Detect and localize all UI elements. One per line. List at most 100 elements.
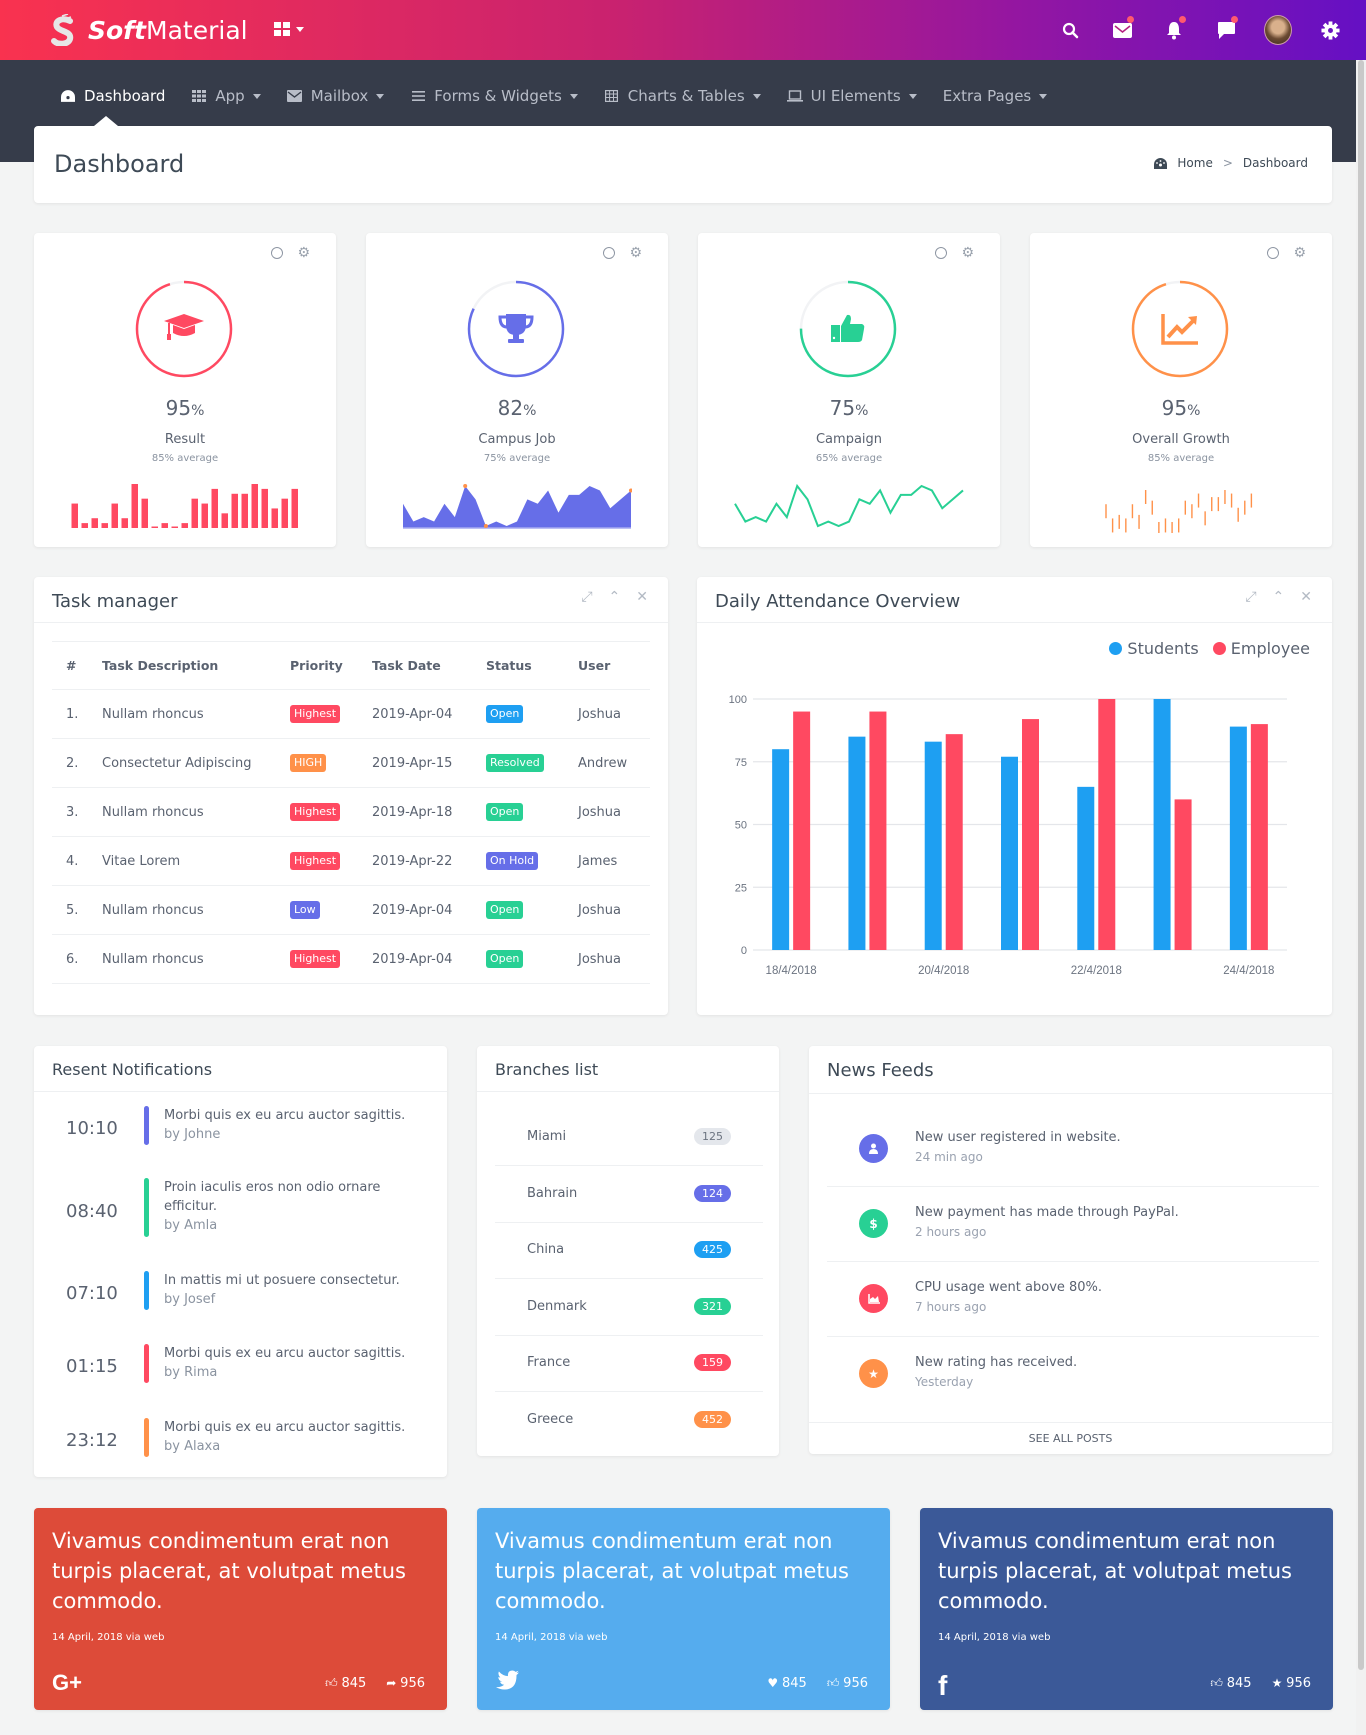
search-icon bbox=[1062, 22, 1078, 38]
scrollbar-thumb[interactable] bbox=[1358, 60, 1364, 1670]
branch-item[interactable]: Bahrain 124 bbox=[495, 1167, 763, 1223]
stat-count: 845 bbox=[341, 1676, 367, 1691]
gear-icon bbox=[1320, 20, 1340, 40]
table-row[interactable]: 5. Nullam rhoncus Low 2019-Apr-04 Open Joshua bbox=[52, 885, 650, 935]
spark-area bbox=[403, 486, 631, 528]
branch-name: China bbox=[527, 1242, 565, 1257]
spark-bar bbox=[71, 503, 78, 528]
caret-down-icon bbox=[1039, 93, 1048, 99]
refresh-circle-icon[interactable] bbox=[1267, 247, 1280, 259]
close-icon[interactable]: ✕ bbox=[636, 589, 648, 605]
panel-header: Daily Attendance Overview ⤢ ⌃ ✕ bbox=[697, 577, 1332, 623]
task-date: 2019-Apr-18 bbox=[372, 787, 486, 837]
social-stat[interactable]: ➦ 956 bbox=[386, 1676, 425, 1691]
notification-content: Morbi quis ex eu arcu auctor sagittis. by… bbox=[164, 1106, 424, 1144]
news-feed-item[interactable]: New user registered in website. 24 min ag… bbox=[827, 1112, 1319, 1187]
stat-number: 95 bbox=[1161, 396, 1188, 420]
refresh-circle-icon[interactable] bbox=[603, 247, 616, 259]
nav-item-label: Dashboard bbox=[84, 87, 166, 105]
table-row[interactable]: 4. Vitae Lorem Highest 2019-Apr-22 On Hold Ja… bbox=[52, 836, 650, 886]
social-stat[interactable]: 👍︎ 845 bbox=[1210, 1676, 1251, 1691]
spark-bar bbox=[161, 523, 168, 528]
user-menu-button[interactable] bbox=[1252, 0, 1304, 60]
social-stat[interactable]: ♥ 845 bbox=[767, 1676, 806, 1691]
branch-item[interactable]: Greece 452 bbox=[495, 1393, 763, 1449]
x-tick-label: 18/4/2018 bbox=[766, 965, 817, 977]
task-description: Nullam rhoncus bbox=[102, 934, 290, 984]
search-button[interactable] bbox=[1044, 0, 1096, 60]
twitter-icon[interactable] bbox=[495, 1670, 519, 1696]
stat-average: 85% average bbox=[151, 453, 219, 464]
news-feed-item[interactable]: ★ New rating has received. Yesterday bbox=[827, 1337, 1319, 1412]
column-header: Status bbox=[486, 641, 578, 690]
social-stat[interactable]: ★ 956 bbox=[1272, 1676, 1311, 1691]
page-scrollbar[interactable] bbox=[1356, 60, 1366, 1735]
dashboard-icon bbox=[1154, 157, 1168, 169]
refresh-circle-icon[interactable] bbox=[935, 247, 948, 259]
spark-bar bbox=[251, 484, 258, 528]
stat-number: 95 bbox=[165, 396, 192, 420]
envelope-icon bbox=[287, 90, 303, 102]
nav-item-charts-tables[interactable]: Charts & Tables bbox=[604, 87, 761, 105]
brand-logo[interactable]: SoftMaterial bbox=[50, 14, 248, 46]
task-user: Joshua bbox=[578, 787, 650, 837]
see-all-posts-link[interactable]: SEE ALL POSTS bbox=[809, 1422, 1332, 1454]
social-stat[interactable]: 👍︎ 956 bbox=[827, 1676, 868, 1691]
collapse-chevron-up-icon[interactable]: ⌃ bbox=[1273, 589, 1285, 605]
branch-item[interactable]: France 159 bbox=[495, 1336, 763, 1392]
nav-item-ui-elements[interactable]: UI Elements bbox=[786, 87, 917, 105]
expand-icon[interactable]: ⤢ bbox=[1245, 589, 1256, 605]
news-feed-item[interactable]: $ New payment has made through PayPal. 2 h… bbox=[827, 1187, 1319, 1262]
breadcrumb-home-link[interactable]: Home bbox=[1177, 156, 1212, 170]
expand-icon[interactable]: ⤢ bbox=[581, 589, 592, 605]
branch-item[interactable]: Denmark 321 bbox=[495, 1280, 763, 1336]
gear-icon[interactable]: ⚙ bbox=[297, 246, 310, 260]
google-plus-icon[interactable]: G+ bbox=[52, 1670, 82, 1696]
table-row[interactable]: 1. Nullam rhoncus Highest 2019-Apr-04 Open Jo… bbox=[52, 689, 650, 739]
social-post-date: 14 April, 2018 via web bbox=[52, 1632, 165, 1643]
nav-item-app[interactable]: App bbox=[191, 87, 261, 105]
refresh-circle-icon[interactable] bbox=[271, 247, 284, 259]
notifications-button[interactable] bbox=[1148, 0, 1200, 60]
branch-item[interactable]: Miami 125 bbox=[495, 1110, 763, 1166]
active-nav-pointer bbox=[94, 116, 118, 126]
branch-name: France bbox=[527, 1355, 571, 1370]
nav-item-dashboard[interactable]: Dashboard bbox=[60, 87, 165, 105]
table-row[interactable]: 6. Nullam rhoncus Highest 2019-Apr-04 Open Jo… bbox=[52, 934, 650, 984]
table-row[interactable]: 3. Nullam rhoncus Highest 2019-Apr-18 Open Jo… bbox=[52, 787, 650, 837]
collapse-chevron-up-icon[interactable]: ⌃ bbox=[609, 589, 621, 605]
nav-item-mailbox[interactable]: Mailbox bbox=[287, 87, 385, 105]
news-feed-item[interactable]: CPU usage went above 80%. 7 hours ago bbox=[827, 1262, 1319, 1337]
social-stat[interactable]: 👍︎ 845 bbox=[325, 1676, 366, 1691]
stat-value: 95% bbox=[1030, 396, 1332, 420]
table-row[interactable]: 2. Consectetur Adipiscing HIGH 2019-Apr-15 R… bbox=[52, 738, 650, 788]
close-icon[interactable]: ✕ bbox=[1300, 589, 1312, 605]
gear-icon[interactable]: ⚙ bbox=[1293, 246, 1306, 260]
spark-line bbox=[734, 483, 964, 528]
mail-button[interactable] bbox=[1096, 0, 1148, 60]
branch-item[interactable]: China 425 bbox=[495, 1223, 763, 1279]
settings-button[interactable] bbox=[1304, 0, 1356, 60]
spark-bar bbox=[261, 488, 268, 528]
chat-button[interactable] bbox=[1200, 0, 1252, 60]
task-user: James bbox=[578, 836, 650, 886]
bar-students bbox=[848, 736, 866, 950]
gear-icon[interactable]: ⚙ bbox=[961, 246, 974, 260]
spark-bar bbox=[201, 503, 208, 528]
chat-icon bbox=[1217, 21, 1235, 39]
spark-bar bbox=[91, 518, 98, 528]
priority-badge: Highest bbox=[290, 852, 341, 870]
gear-icon[interactable]: ⚙ bbox=[629, 246, 642, 260]
nav-item-label: Extra Pages bbox=[942, 87, 1032, 105]
stat-unit: % bbox=[523, 403, 537, 419]
bar-students bbox=[1077, 786, 1095, 950]
spark-bar bbox=[131, 484, 138, 528]
nav-item-forms-widgets[interactable]: Forms & Widgets bbox=[410, 87, 578, 105]
spark-bar bbox=[291, 488, 298, 528]
nav-item-extra-pages[interactable]: Extra Pages bbox=[943, 87, 1048, 105]
apps-menu-button[interactable] bbox=[274, 22, 304, 36]
breadcrumb-current: Dashboard bbox=[1242, 156, 1308, 170]
grid-icon bbox=[191, 90, 207, 102]
spark-point bbox=[463, 484, 468, 488]
facebook-icon[interactable]: f bbox=[938, 1670, 947, 1702]
